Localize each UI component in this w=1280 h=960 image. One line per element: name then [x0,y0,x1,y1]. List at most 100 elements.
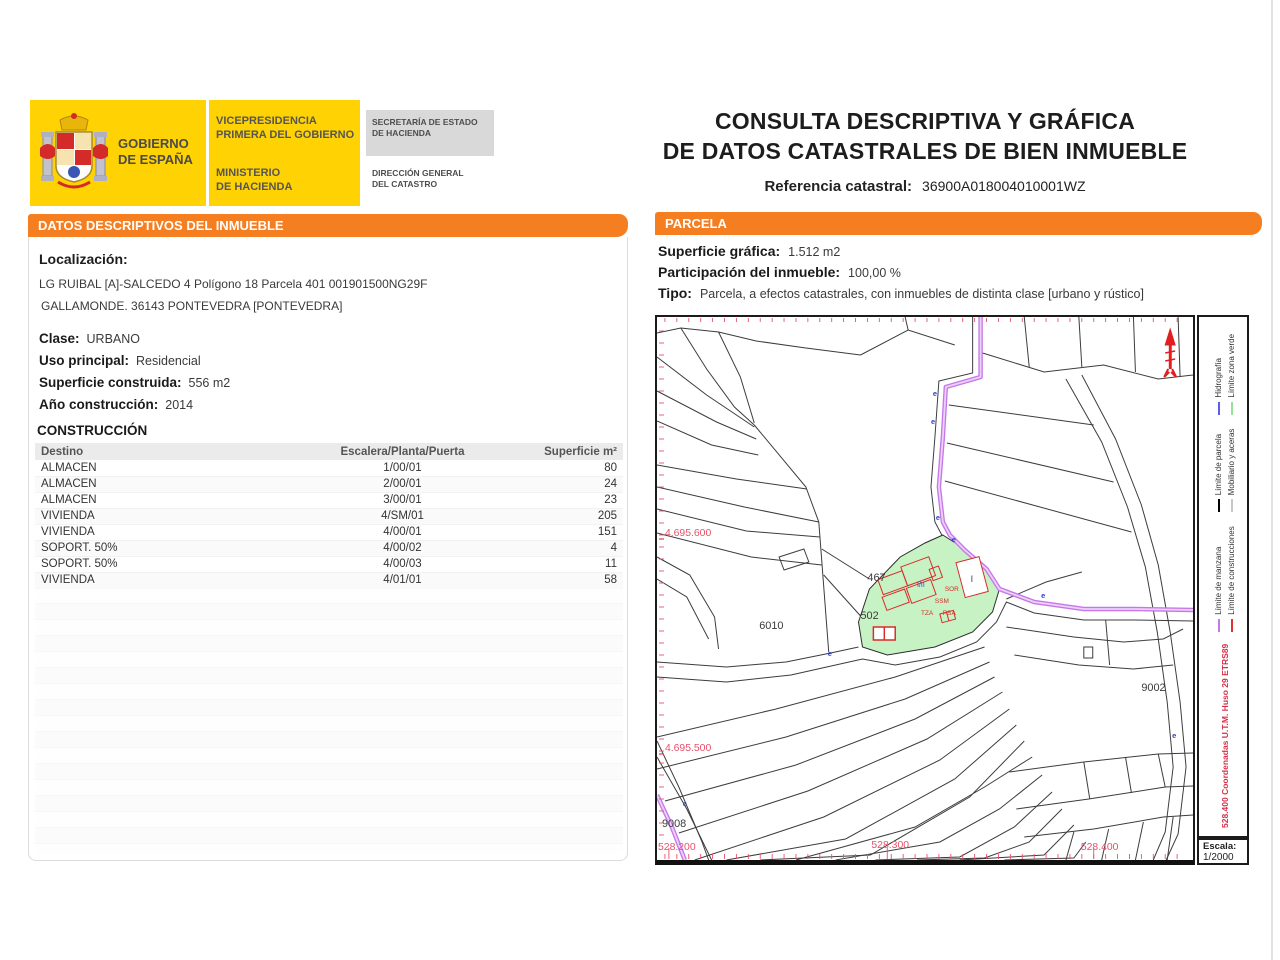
table-cell: VIVIENDA [35,572,300,588]
field-participacion: Participación del inmueble:100,00 % [658,264,901,280]
spain-coat-of-arms-icon [38,110,110,196]
legend-item: Hidrografía [1214,334,1223,415]
table-cell: 11 [505,556,623,572]
table-cell: ALMACEN [35,460,300,476]
referencia-label: Referencia catastral: [764,178,912,195]
title-line-1: CONSULTA DESCRIPTIVA Y GRÁFICA [640,106,1210,136]
construction-table-body: ALMACEN1/00/0180ALMACEN2/00/0124ALMACEN3… [35,460,623,588]
referencia-value: 36900A018004010001WZ [922,178,1085,194]
table-cell: VIVIENDA [35,524,300,540]
table-row: ALMACEN1/00/0180 [35,460,623,476]
table-cell: 205 [505,508,623,524]
table-row: VIVIENDA4/SM/01205 [35,508,623,524]
field-superficie-construida: Superficie construida:556 m2 [39,375,230,390]
logo-separator [206,100,209,206]
localizacion-line2: GALLAMONDE. 36143 PONTEVEDRA [PONTEVEDRA… [41,299,342,313]
construction-table-header: Destino Escalera/Planta/Puerta Superfici… [35,443,623,460]
legend-swatch-icon [1231,499,1233,512]
header-escalera: Escalera/Planta/Puerta [300,443,506,460]
map-scale-box: Escala: 1/2000 [1197,838,1249,865]
field-uso-principal: Uso principal:Residencial [39,353,201,368]
table-cell: 3/00/01 [300,492,506,508]
legend-item: Límite de construcciones [1227,526,1236,632]
direccion-general-catastro-label: DIRECCIÓN GENERAL DEL CATASTRO [372,168,464,191]
legend-item: Límite de manzana [1214,526,1223,632]
north-arrow-icon [1164,329,1176,377]
page-edge-divider [1271,0,1273,960]
construction-table: Destino Escalera/Planta/Puerta Superfici… [35,443,623,589]
table-row: SOPORT. 50%4/00/0311 [35,556,623,572]
cadastral-map: I/II SOR SSM TZA PSA I 467 502 6010 9002… [655,315,1195,865]
table-row: SOPORT. 50%4/00/024 [35,540,623,556]
parcel-467-label: 467 [867,572,885,584]
table-cell: 1/00/01 [300,460,506,476]
table-row: ALMACEN2/00/0124 [35,476,623,492]
table-cell: 4/00/01 [300,524,506,540]
svg-text:e: e [931,417,935,426]
building-sor-label: SOR [945,586,959,593]
empty-table-rows [35,588,623,854]
gobierno-de-espana-label: GOBIERNO DE ESPAÑA [118,136,193,169]
grid-east1-label: 528.200 [658,842,696,853]
section-header-datos-descriptivos: DATOS DESCRIPTIVOS DEL INMUEBLE [28,214,628,237]
table-cell: 58 [505,572,623,588]
referencia-catastral: Referencia catastral: 36900A018004010001W… [640,178,1210,195]
table-row: VIVIENDA4/00/01151 [35,524,623,540]
construccion-title: CONSTRUCCIÓN [37,423,147,438]
parcel-502-label: 502 [860,610,878,622]
legend-item: Mobiliario y aceras [1227,429,1236,513]
building-ssm-label: SSM [935,598,949,605]
svg-text:e: e [936,513,940,522]
header-superficie: Superficie m² [505,443,623,460]
datos-descriptivos-panel: Localización: LG RUIBAL [A]-SALCEDO 4 Po… [28,237,628,861]
ministerio-hacienda-label: MINISTERIO DE HACIENDA [216,166,292,195]
table-row: VIVIENDA4/01/0158 [35,572,623,588]
legend-swatch-icon [1218,402,1220,415]
parcel-6010-label: 6010 [759,620,783,632]
svg-text:e: e [1172,731,1176,740]
grid-south-label: 4.695.500 [665,743,712,754]
table-cell: SOPORT. 50% [35,556,300,572]
table-cell: ALMACEN [35,476,300,492]
legend-swatch-icon [1218,619,1220,632]
legend-items: Límite de manzana Límite de construccione… [1214,334,1236,632]
legend-swatch-icon [1231,619,1233,632]
cadastral-map-drawing: I/II SOR SSM TZA PSA I 467 502 6010 9002… [657,317,1193,860]
table-cell: SOPORT. 50% [35,540,300,556]
grid-east2-label: 528.300 [871,840,909,851]
legend-swatch-icon [1218,499,1220,512]
svg-text:e: e [933,389,937,398]
escala-value: 1/2000 [1203,852,1247,863]
map-legend-content: 528.400 Coordenadas U.T.M. Huso 29 ETRS8… [1201,317,1249,836]
building-psa-label: PSA [943,610,957,617]
building-tza-label: TZA [921,610,934,617]
table-cell: 23 [505,492,623,508]
field-tipo: Tipo:Parcela, a efectos catastrales, con… [658,285,1144,301]
table-cell: 24 [505,476,623,492]
government-logo: GOBIERNO DE ESPAÑA VICEPRESIDENCIA PRIME… [30,100,492,206]
parcel-9008-label: 9008 [662,818,686,830]
field-clase: Clase:URBANO [39,331,140,346]
title-line-2: DE DATOS CATASTRALES DE BIEN INMUEBLE [640,136,1210,166]
table-cell: 4 [505,540,623,556]
map-legend: 528.400 Coordenadas U.T.M. Huso 29 ETRS8… [1197,315,1249,838]
svg-text:e: e [828,649,832,658]
grid-east3-label: 528.400 [1081,842,1119,853]
table-cell: 80 [505,460,623,476]
document-title: CONSULTA DESCRIPTIVA Y GRÁFICA DE DATOS … [640,106,1210,195]
table-cell: 4/SM/01 [300,508,506,524]
table-cell: VIVIENDA [35,508,300,524]
localizacion-label: Localización: [39,251,128,267]
table-cell: 151 [505,524,623,540]
secretaria-estado-label: SECRETARÍA DE ESTADO DE HACIENDA [366,110,494,156]
field-ano-construccion: Año construcción:2014 [39,397,193,412]
table-cell: 4/00/02 [300,540,506,556]
localizacion-line1: LG RUIBAL [A]-SALCEDO 4 Polígono 18 Parc… [39,277,427,291]
section-header-parcela: PARCELA [655,212,1262,235]
legend-item: Límite zona verde [1227,334,1236,415]
utm-coordinates-note: 528.400 Coordenadas U.T.M. Huso 29 ETRS8… [1220,644,1230,828]
svg-text:e: e [952,535,956,544]
svg-text:e: e [683,799,687,808]
building-roman-label: I [971,574,973,584]
table-cell: 4/00/03 [300,556,506,572]
